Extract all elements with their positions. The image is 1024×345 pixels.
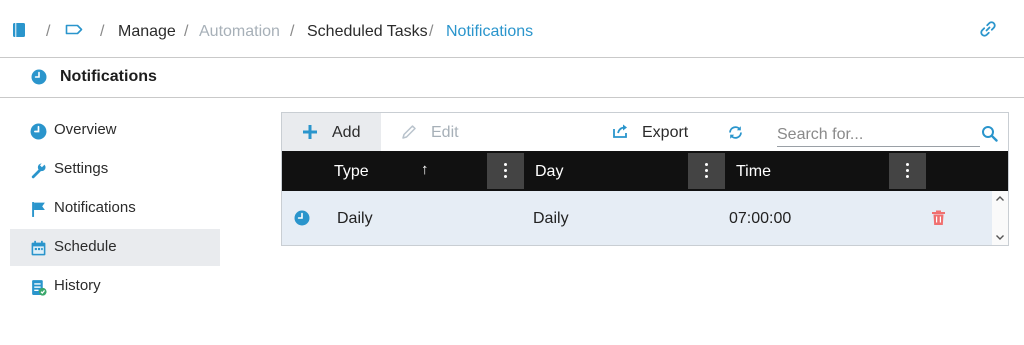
sidebar-item-label: History — [54, 277, 101, 294]
cell-time: 07:00:00 — [729, 210, 792, 227]
wrench-icon — [31, 162, 46, 179]
sidebar-item-schedule[interactable]: Schedule — [10, 229, 220, 266]
top-bar: / / Manage / Automation / Scheduled Task… — [0, 0, 1024, 58]
cell-day: Daily — [533, 210, 569, 227]
chevron-down-icon[interactable] — [995, 234, 1005, 241]
history-icon — [32, 280, 47, 296]
breadcrumb-separator: / — [184, 23, 189, 40]
flag-icon — [32, 202, 45, 217]
refresh-icon[interactable] — [727, 124, 744, 141]
add-button[interactable]: Add — [282, 113, 381, 151]
breadcrumb-separator: / — [46, 23, 51, 40]
search-input[interactable] — [777, 123, 980, 147]
vertical-scrollbar[interactable] — [992, 191, 1008, 245]
chevron-up-icon[interactable] — [995, 195, 1005, 202]
column-header-label: Type — [334, 163, 369, 180]
breadcrumb-separator: / — [429, 23, 434, 40]
breadcrumb-automation[interactable]: Automation — [199, 22, 280, 42]
export-button-label: Export — [642, 124, 689, 141]
breadcrumb-separator: / — [100, 23, 105, 40]
column-header-label: Day — [535, 163, 564, 180]
calendar-icon — [31, 240, 46, 256]
clock-icon — [294, 210, 310, 226]
sidebar-item-label: Overview — [54, 121, 117, 138]
cell-type: Daily — [337, 210, 373, 227]
sidebar-item-label: Settings — [54, 160, 109, 177]
clock-icon — [30, 123, 47, 140]
export-icon — [613, 124, 627, 138]
sidebar-item-notifications[interactable]: Notifications — [10, 190, 220, 227]
sidebar-item-label: Notifications — [54, 199, 136, 216]
sidebar-item-settings[interactable]: Settings — [10, 151, 220, 188]
title-bar: Notifications — [0, 58, 1024, 98]
breadcrumb-notifications: Notifications — [446, 23, 534, 40]
sort-ascending-icon: ↑ — [421, 161, 429, 178]
column-header-type[interactable]: Type ↑ — [282, 151, 524, 191]
breadcrumb-manage[interactable]: Manage — [118, 22, 176, 42]
search-icon[interactable] — [981, 125, 998, 142]
plus-icon — [303, 125, 317, 139]
edit-button[interactable]: Edit — [394, 113, 474, 151]
column-header-time[interactable]: Time — [725, 151, 889, 191]
column-menu-icon[interactable] — [487, 153, 524, 189]
trash-icon[interactable] — [931, 210, 946, 226]
link-icon[interactable] — [979, 20, 997, 38]
sidebar-item-overview[interactable]: Overview — [10, 112, 220, 149]
add-button-label: Add — [332, 124, 361, 141]
grid-header: Type ↑ Day Time — [282, 151, 1008, 191]
sidebar-item-history[interactable]: History — [10, 268, 220, 305]
grid-toolbar: Add Edit Export — [282, 113, 1008, 151]
page-title: Notifications — [60, 68, 157, 85]
edit-button-label: Edit — [431, 124, 459, 141]
sidebar-item-label: Schedule — [54, 238, 117, 255]
book-icon[interactable] — [11, 22, 27, 38]
column-header-day[interactable]: Day — [524, 151, 688, 191]
column-header-label: Time — [736, 163, 771, 180]
tag-icon[interactable] — [65, 24, 83, 35]
export-button[interactable]: Export — [610, 113, 700, 151]
table-row[interactable]: Daily Daily 07:00:00 — [282, 191, 992, 245]
pencil-icon — [402, 125, 416, 139]
clock-icon — [31, 69, 47, 85]
column-menu-icon[interactable] — [688, 153, 725, 189]
breadcrumb-scheduled-tasks[interactable]: Scheduled Tasks — [307, 22, 428, 42]
schedule-grid: Add Edit Export Search for... Type ↑ Day… — [281, 112, 1009, 246]
breadcrumb-separator: / — [290, 23, 295, 40]
column-menu-icon[interactable] — [889, 153, 926, 189]
